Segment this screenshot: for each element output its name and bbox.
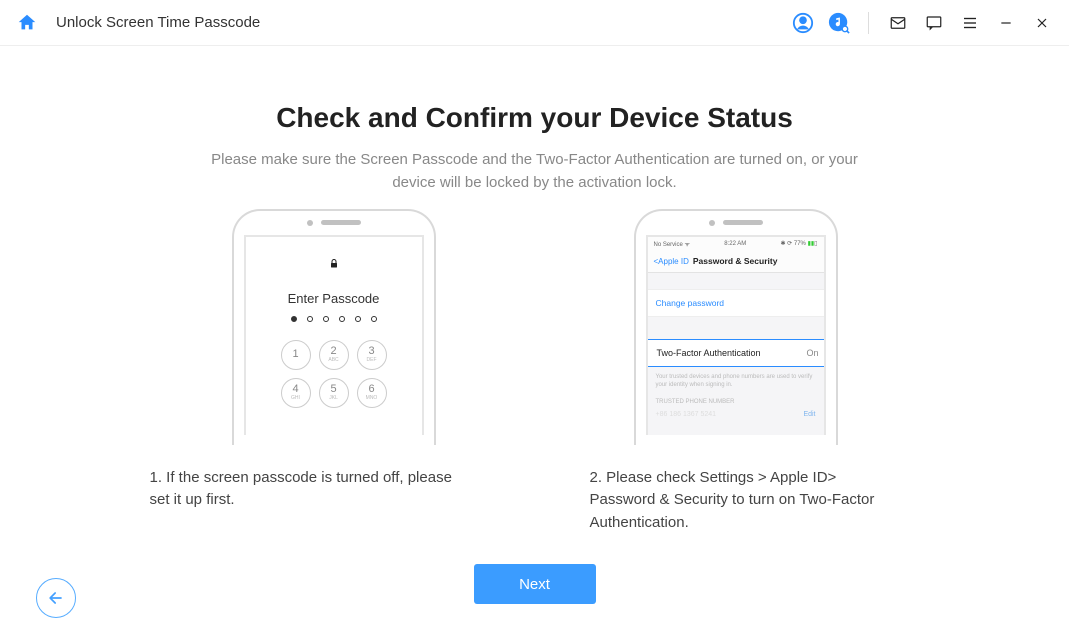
enter-passcode-label: Enter Passcode — [246, 291, 422, 306]
subtitle-line-2: device will be locked by the activation … — [392, 174, 676, 191]
keypad-1: 1 — [281, 340, 311, 370]
music-search-icon[interactable] — [828, 12, 850, 34]
feedback-icon[interactable] — [923, 12, 945, 34]
phone-camera-dot — [709, 220, 715, 226]
change-password-row: Change password — [648, 289, 824, 317]
nav-back: <Apple ID — [654, 257, 689, 266]
trusted-header: TRUSTED PHONE NUMBER — [648, 395, 824, 407]
keypad: 1 2ABC 3DEF 4GHI 5JKL 6MNO — [246, 340, 422, 408]
captions: 1. If the screen passcode is turned off,… — [0, 467, 1069, 535]
nav-title: Password & Security — [693, 256, 778, 266]
page-title: Unlock Screen Time Passcode — [56, 14, 792, 31]
back-button[interactable] — [36, 578, 76, 618]
trusted-number: +86 186 1367 5241 — [656, 411, 717, 418]
illustration-passcode-phone: Enter Passcode 1 2ABC 3DEF 4GHI 5JKL 6MN… — [232, 209, 436, 445]
titlebar: Unlock Screen Time Passcode — [0, 0, 1069, 46]
two-factor-row: Two-Factor Authentication On — [646, 339, 826, 367]
lock-icon — [246, 257, 422, 273]
phone-top — [234, 211, 434, 235]
nav-bar: <Apple ID Password & Security — [648, 251, 824, 273]
next-button[interactable]: Next — [474, 564, 596, 604]
trusted-row: +86 186 1367 5241 Edit — [648, 407, 824, 422]
account-icon[interactable] — [792, 12, 814, 34]
edit-link: Edit — [803, 411, 815, 418]
phone-screen-tfa: No Service ᯤ 8:22 AM ✱ ⟳ 77% ▮▮▯ <Apple … — [646, 235, 826, 435]
status-time: 8:22 AM — [724, 241, 746, 247]
caption-2: 2. Please check Settings > Apple ID> Pas… — [590, 467, 900, 535]
caption-1: 1. If the screen passcode is turned off,… — [150, 467, 460, 535]
status-battery: ✱ ⟳ 77% ▮▮▯ — [780, 240, 817, 247]
main-content: Check and Confirm your Device Status Ple… — [0, 46, 1069, 604]
phone-screen-passcode: Enter Passcode 1 2ABC 3DEF 4GHI 5JKL 6MN… — [244, 235, 424, 435]
passcode-dots — [246, 316, 422, 322]
mail-icon[interactable] — [887, 12, 909, 34]
menu-icon[interactable] — [959, 12, 981, 34]
heading: Check and Confirm your Device Status — [0, 102, 1069, 134]
status-bar: No Service ᯤ 8:22 AM ✱ ⟳ 77% ▮▮▯ — [648, 237, 824, 251]
keypad-6: 6MNO — [357, 378, 387, 408]
phone-top — [636, 211, 836, 235]
illustrations: Enter Passcode 1 2ABC 3DEF 4GHI 5JKL 6MN… — [0, 209, 1069, 445]
wifi-icon: ᯤ — [685, 242, 690, 248]
keypad-5: 5JKL — [319, 378, 349, 408]
phone-camera-dot — [307, 220, 313, 226]
keypad-3: 3DEF — [357, 340, 387, 370]
illustration-tfa-phone: No Service ᯤ 8:22 AM ✱ ⟳ 77% ▮▮▯ <Apple … — [634, 209, 838, 445]
titlebar-actions — [792, 12, 1053, 34]
home-icon[interactable] — [16, 12, 38, 34]
phone-speaker — [723, 220, 763, 225]
tfa-label: Two-Factor Authentication — [657, 348, 761, 358]
close-icon[interactable] — [1031, 12, 1053, 34]
phone-speaker — [321, 220, 361, 225]
minimize-icon[interactable] — [995, 12, 1017, 34]
subtitle: Please make sure the Screen Passcode and… — [0, 148, 1069, 195]
status-carrier: No Service ᯤ — [654, 240, 691, 248]
titlebar-divider — [868, 12, 869, 34]
keypad-2: 2ABC — [319, 340, 349, 370]
keypad-4: 4GHI — [281, 378, 311, 408]
subtitle-line-1: Please make sure the Screen Passcode and… — [211, 151, 858, 168]
tfa-state: On — [806, 348, 818, 358]
tfa-note: Your trusted devices and phone numbers a… — [648, 367, 824, 396]
